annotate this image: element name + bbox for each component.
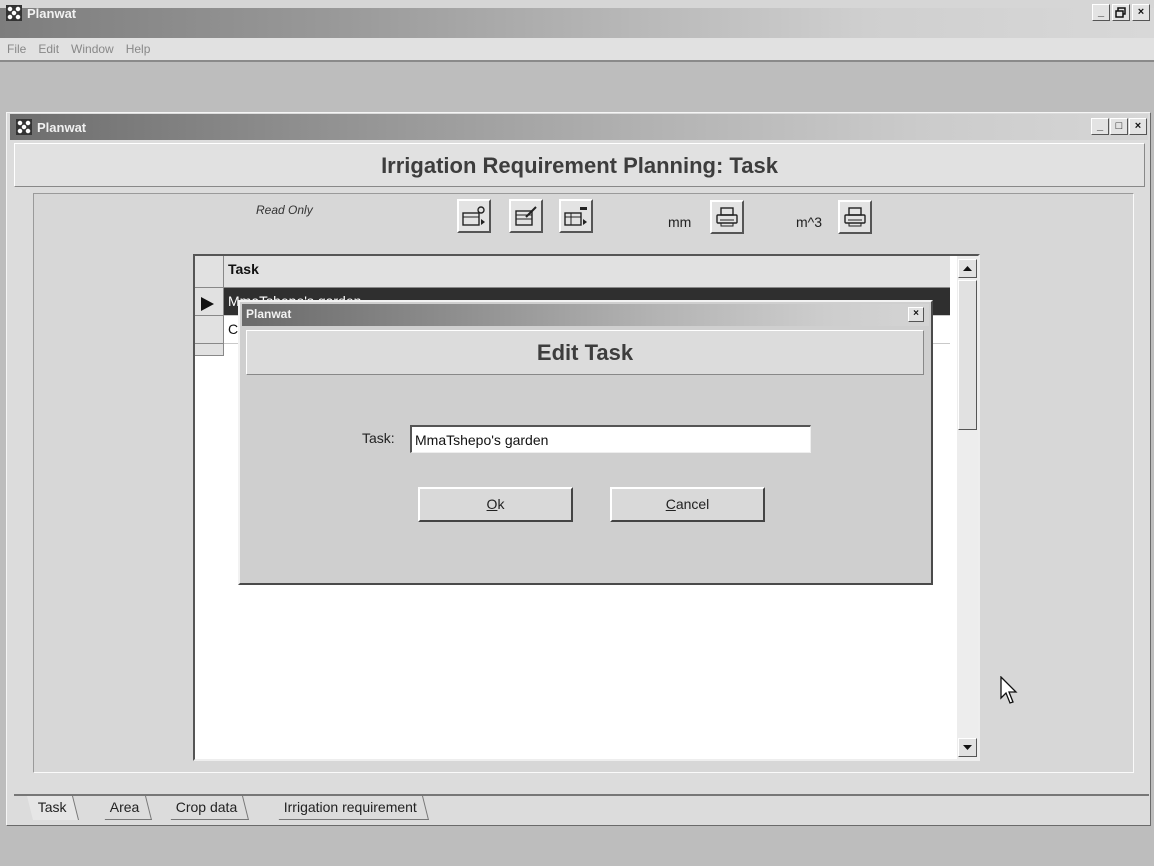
child-titlebar [10, 114, 1148, 140]
tab-task-label: Task [37, 799, 67, 815]
tab-area-label: Area [109, 799, 140, 815]
scroll-up-button[interactable] [958, 259, 977, 278]
task-field-label: Task: [362, 430, 395, 446]
close-button[interactable]: × [1132, 4, 1150, 21]
ok-accelerator: O [486, 496, 498, 512]
scroll-down-icon [963, 745, 972, 750]
app-title: Planwat [27, 6, 77, 21]
unit-mm-label: mm [668, 214, 692, 230]
menu-file[interactable]: File [5, 42, 28, 56]
add-record-button[interactable] [457, 199, 491, 233]
dialog-titlebar [242, 304, 929, 326]
app-window-controls: _ × [1092, 4, 1150, 21]
read-only-label: Read Only [256, 203, 313, 217]
child-close-button[interactable]: × [1129, 118, 1147, 135]
tab-task[interactable]: Task [27, 796, 79, 820]
tab-irrigation-label: Irrigation requirement [283, 799, 417, 815]
edit-record-icon [515, 206, 537, 226]
menu-window[interactable]: Window [69, 42, 116, 56]
dialog-heading: Edit Task [246, 330, 924, 375]
scroll-down-button[interactable] [958, 738, 977, 757]
delete-record-icon [564, 207, 587, 226]
menu-edit[interactable]: Edit [36, 42, 61, 56]
child-title: Planwat [37, 120, 87, 135]
row-selector-new[interactable] [195, 344, 224, 356]
grid-corner [195, 256, 224, 288]
child-minimize-button[interactable]: _ [1091, 118, 1109, 135]
print-icon [844, 207, 866, 227]
child-window-controls: _ □ × [1091, 118, 1147, 135]
current-row-pointer-icon [201, 297, 214, 311]
minimize-button[interactable]: _ [1092, 4, 1110, 21]
scroll-up-icon [963, 266, 972, 271]
tab-irrigation-requirement[interactable]: Irrigation requirement [273, 796, 430, 820]
app-logo-icon [6, 5, 22, 21]
app-titlebar [0, 8, 1154, 38]
restore-button[interactable] [1112, 4, 1130, 21]
print-m3-button[interactable] [838, 200, 872, 234]
print-mm-button[interactable] [710, 200, 744, 234]
dialog-close-button[interactable]: × [908, 307, 924, 322]
tab-crop-data-label: Crop data [175, 799, 238, 815]
unit-m3-label: m^3 [796, 214, 823, 230]
ok-button[interactable]: Ok [418, 487, 573, 522]
cancel-button[interactable]: Cancel [610, 487, 765, 522]
delete-record-button[interactable] [559, 199, 593, 233]
child-maximize-button[interactable]: □ [1110, 118, 1128, 135]
grid-column-header[interactable]: Task [224, 256, 950, 288]
dialog-title: Planwat [246, 307, 292, 321]
tab-area[interactable]: Area [99, 796, 152, 820]
task-name-input[interactable] [410, 425, 811, 453]
restore-icon [1115, 7, 1126, 18]
ok-label: k [497, 496, 505, 512]
child-logo-icon [16, 119, 32, 135]
add-record-icon [462, 206, 485, 226]
menu-help[interactable]: Help [124, 42, 153, 56]
cancel-label: ancel [675, 496, 710, 512]
print-icon [716, 207, 738, 227]
page-title: Irrigation Requirement Planning: Task [14, 143, 1145, 187]
row-selector[interactable] [195, 316, 224, 344]
cancel-accelerator: C [665, 496, 676, 512]
edit-record-button[interactable] [509, 199, 543, 233]
scroll-thumb[interactable] [958, 280, 977, 430]
tab-crop-data[interactable]: Crop data [165, 796, 250, 820]
mouse-pointer-icon [1000, 676, 1018, 704]
menu-bar: File Edit Window Help [0, 38, 1154, 60]
